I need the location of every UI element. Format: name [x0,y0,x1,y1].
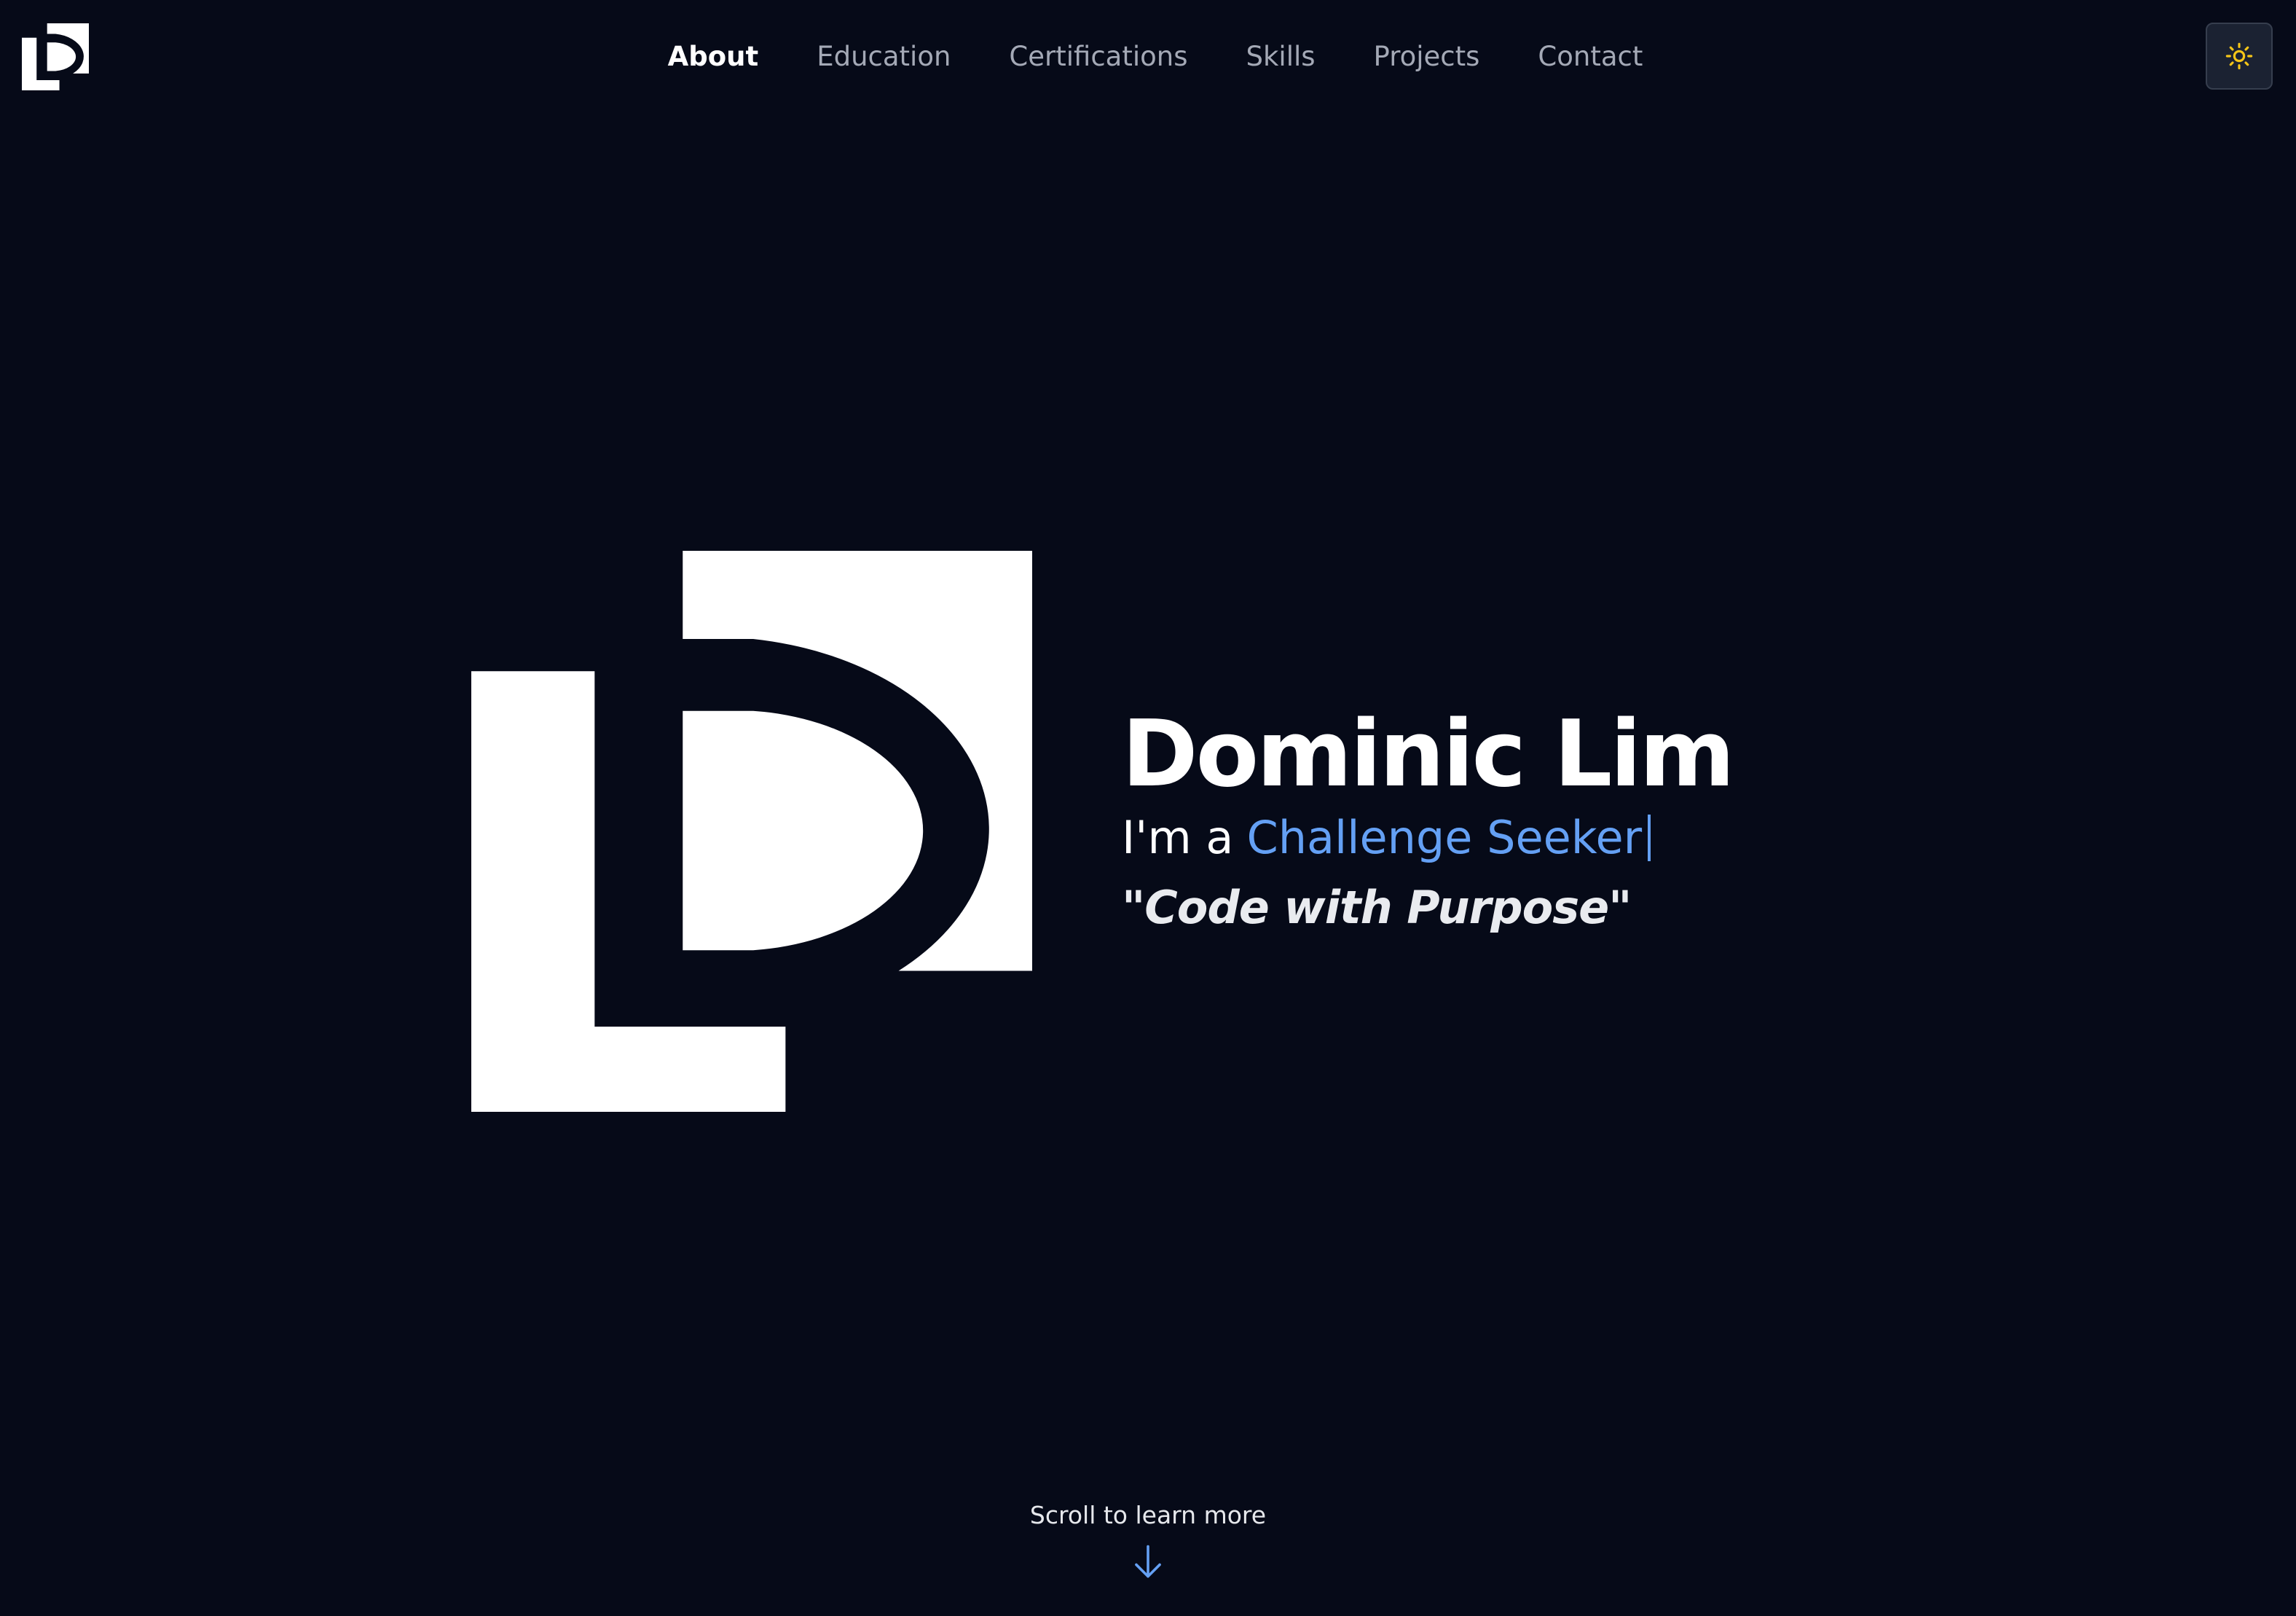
scroll-hint: Scroll to learn more [0,1501,2296,1580]
hero-tagline: I'm a Challenge Seeker [1122,809,1923,867]
nav-links: About Education Certifications Skills Pr… [668,41,1643,72]
main-nav: About Education Certifications Skills Pr… [0,38,2296,74]
nav-link-projects[interactable]: Projects [1374,41,1480,72]
nav-link-skills[interactable]: Skills [1246,41,1316,72]
hero-text: Dominic Lim I'm a Challenge Seeker "Code… [1122,699,1923,937]
arrow-down-icon[interactable] [1132,1544,1164,1580]
scroll-label: Scroll to learn more [1029,1501,1267,1529]
nav-link-contact[interactable]: Contact [1538,41,1643,72]
hero-name: Dominic Lim [1122,700,1735,807]
typed-role: Challenge Seeker [1246,811,1643,864]
nav-link-certifications[interactable]: Certifications [1009,41,1187,72]
hero-logo-icon [471,551,1032,1112]
typing-caret [1648,815,1651,861]
sun-icon [2225,42,2253,70]
theme-toggle-button[interactable] [2206,23,2273,90]
nav-link-about[interactable]: About [668,41,759,72]
nav-link-education[interactable]: Education [817,41,951,72]
hero-motto: "Code with Purpose" [1122,881,1632,934]
tagline-prefix: I'm a [1122,811,1234,864]
